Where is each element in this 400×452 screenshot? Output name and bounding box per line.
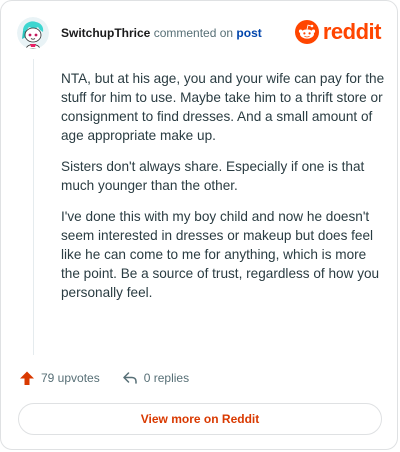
comment-embed-card: SwitchupThrice commented on post reddit … [0, 0, 398, 450]
comment-paragraph-2: Sisters don't always share. Especially i… [61, 159, 365, 193]
upvote-arrow-icon [20, 371, 34, 385]
username-link[interactable]: SwitchupThrice [61, 26, 150, 40]
comment-paragraph-1: NTA, but at his age, you and your wife c… [61, 71, 385, 143]
reply-arrow-icon [122, 372, 137, 384]
thread-line [33, 59, 34, 355]
comment-actions: 79 upvotes 0 replies [19, 370, 211, 386]
view-more-on-reddit-button[interactable]: View more on Reddit [18, 403, 382, 435]
user-avatar-icon[interactable] [17, 17, 49, 49]
comment-paragraph-3: I've done this with my boy child and now… [61, 209, 380, 300]
post-link[interactable]: post [236, 26, 261, 40]
reddit-logo[interactable]: reddit [294, 19, 382, 44]
comment-header: SwitchupThrice commented on post [61, 26, 262, 40]
reply-count: 0 replies [143, 371, 190, 385]
comment-body: NTA, but at his age, you and your wife c… [61, 69, 387, 314]
upvote-count: 79 upvotes [41, 371, 100, 385]
reply-button[interactable]: 0 replies [122, 370, 189, 386]
reddit-snoo-icon [294, 20, 319, 44]
reddit-wordmark: reddit [322, 19, 382, 44]
upvote-button[interactable]: 79 upvotes [19, 370, 100, 386]
commented-on-text: commented on [153, 26, 234, 40]
